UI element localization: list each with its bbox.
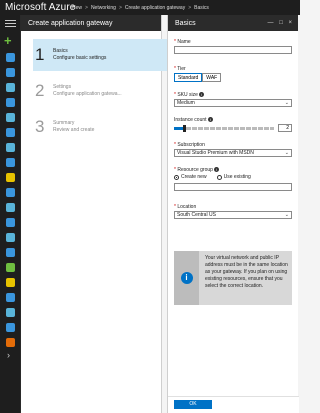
basics-header: Basics — □ × (168, 15, 298, 31)
resource-group-label: Resource group (177, 167, 213, 173)
tier-field: * Tier Standard WAF (174, 66, 292, 82)
step-settings[interactable]: 2 Settings Configure application gatewa..… (33, 75, 176, 107)
info-icon[interactable]: i (199, 92, 205, 98)
step-title: Settings (53, 84, 72, 90)
chevron-right-icon[interactable]: › (7, 350, 10, 360)
radio-icon (216, 174, 222, 180)
hamburger-icon[interactable] (5, 20, 16, 28)
step-subtitle: Review and create (53, 127, 95, 133)
subscription-label: Subscription (177, 142, 205, 148)
subscription-select[interactable]: Visual Studio Premium with MSDN ⌄ (174, 149, 292, 157)
location-info-box: i Your virtual network and public IP add… (174, 251, 292, 305)
step-basics[interactable]: 1 BasicsConfigure basic settings › (33, 39, 176, 71)
sku-field: * SKU size i Medium ⌄ (174, 92, 292, 107)
left-nav: + › (0, 15, 21, 413)
use-existing-radio[interactable]: Use existing (216, 174, 251, 180)
name-input[interactable] (174, 46, 292, 54)
chevron-down-icon: ⌄ (284, 212, 289, 218)
storage-icon[interactable] (6, 218, 15, 227)
wizard-title: Create application gateway (21, 15, 161, 31)
breadcrumb-create-gateway[interactable]: Create application gateway (125, 5, 185, 11)
breadcrumb-separator: > (188, 4, 192, 11)
sku-value: Medium (177, 100, 195, 106)
top-bar: Microsoft Azure New > Networking > Creat… (0, 0, 300, 15)
radio-selected-icon (174, 174, 179, 180)
step-title: Basics (53, 48, 68, 54)
instance-value[interactable]: 2 (278, 124, 292, 132)
settings-icon[interactable] (6, 338, 15, 347)
location-select[interactable]: South Central US ⌄ (174, 211, 292, 219)
subscription-field: * Subscription Visual Studio Premium wit… (174, 142, 292, 157)
tier-waf-option[interactable]: WAF (202, 73, 222, 82)
breadcrumb-separator: > (85, 4, 88, 11)
footer-bar: OK (168, 396, 299, 413)
resource-group-input[interactable] (174, 183, 292, 191)
name-label: Name (177, 39, 191, 45)
dashboard-icon[interactable] (6, 53, 15, 62)
vms-icon[interactable] (6, 113, 15, 122)
step-number: 3 (35, 117, 45, 136)
breadcrumb-separator: > (118, 4, 122, 11)
info-icon[interactable]: i (207, 117, 213, 123)
resource-groups-icon[interactable] (6, 83, 15, 92)
step-number: 2 (35, 81, 45, 100)
breadcrumb-new[interactable]: New (72, 5, 82, 11)
cloud-services-icon[interactable] (6, 143, 15, 152)
app-services-icon[interactable] (6, 98, 15, 107)
brand-logo[interactable]: Microsoft Azure (0, 2, 75, 13)
info-icon[interactable]: i (214, 167, 220, 173)
name-field: * Name (174, 39, 292, 54)
cost-icon[interactable] (6, 278, 15, 287)
shield-icon[interactable] (6, 263, 15, 272)
vnet-icon[interactable] (6, 233, 15, 242)
info-message: Your virtual network and public IP addre… (205, 255, 288, 289)
sku-label: SKU size (177, 92, 198, 98)
help-icon[interactable] (6, 293, 15, 302)
ok-button[interactable]: OK (174, 400, 212, 409)
tier-standard-option[interactable]: Standard (174, 73, 203, 82)
create-new-label: Create new (181, 174, 207, 180)
instance-slider[interactable] (174, 124, 274, 132)
tier-label: Tier (177, 66, 186, 72)
instance-field: Instance count i 2 (174, 117, 292, 132)
plus-icon[interactable]: + (4, 34, 12, 47)
aad-icon[interactable] (6, 248, 15, 257)
location-value: South Central US (177, 212, 216, 218)
use-existing-label: Use existing (223, 174, 251, 180)
advisor-icon[interactable] (6, 203, 15, 212)
info-icon: i (180, 272, 193, 284)
breadcrumb-networking[interactable]: Networking (91, 5, 116, 11)
window-controls[interactable]: — □ × (268, 20, 294, 26)
chevron-down-icon: ⌄ (284, 100, 289, 106)
step-title: Summary (53, 120, 75, 126)
sql-icon[interactable] (6, 128, 15, 137)
step-number: 1 (35, 45, 45, 64)
extensions-icon[interactable] (6, 308, 15, 317)
chevron-down-icon: ⌄ (284, 150, 289, 156)
subscription-value: Visual Studio Premium with MSDN (177, 150, 254, 156)
step-summary[interactable]: 3 SummaryReview and create › (33, 111, 176, 143)
step-subtitle: Configure application gatewa... (53, 91, 122, 97)
breadcrumb: New > Networking > Create application ga… (72, 5, 209, 11)
slider-handle[interactable] (183, 124, 186, 132)
basics-title: Basics (175, 19, 196, 27)
resource-group-field: * Resource group i Create new Use existi… (174, 167, 292, 191)
security-icon[interactable] (6, 158, 15, 167)
create-new-radio[interactable]: Create new (174, 174, 207, 180)
step-subtitle: Configure basic settings (53, 55, 107, 61)
wizard-blade: Create application gateway 1 Basics Confi… (21, 15, 176, 413)
location-label: Location (177, 204, 197, 210)
sku-select[interactable]: Medium ⌄ (174, 99, 292, 107)
all-resources-icon[interactable] (6, 68, 15, 77)
breadcrumb-basics[interactable]: Basics (194, 5, 209, 11)
instance-label: Instance count (174, 117, 207, 123)
basics-blade: Basics — □ × * Name * Tier Standard WAF … (167, 15, 299, 413)
location-field: * Location South Central US ⌄ (174, 204, 292, 219)
monitor-icon[interactable] (6, 188, 15, 197)
marketplace-icon[interactable] (6, 323, 15, 332)
subscriptions-icon[interactable] (6, 173, 15, 182)
